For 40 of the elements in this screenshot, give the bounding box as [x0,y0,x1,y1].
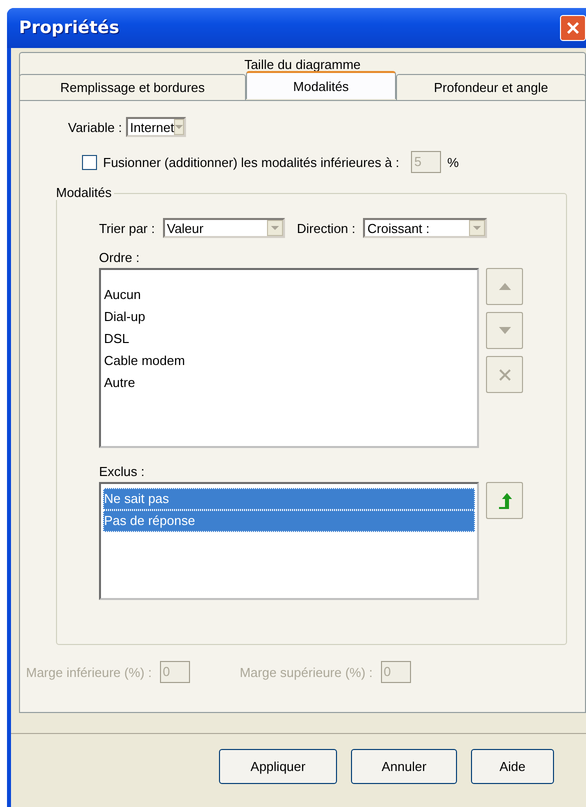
up-turn-arrow-icon [498,492,512,508]
direction-label: Direction : [296,220,356,236]
list-item[interactable]: Autre [103,372,475,394]
list-item[interactable]: Dial-up [103,306,475,328]
sort-dropdown[interactable]: Valeur [162,218,285,238]
tab[interactable]: Remplissage et bordures [19,74,246,100]
merge-label: Fusionner (additionner) les modalités inférieures à : [103,154,400,170]
list-item[interactable]: Pas de réponse [103,510,475,532]
up-triangle-icon [498,283,510,290]
dropdown-arrow-icon [175,124,184,130]
restore-button[interactable] [486,482,523,519]
order-label: Ordre : [99,250,140,267]
close-button[interactable] [560,15,586,41]
dialog-button[interactable]: Appliquer [219,749,337,784]
margin-label: Marge inférieure (%) : [26,664,152,680]
list-item[interactable]: Ne sait pas [103,488,475,510]
tab[interactable]: Modalités [246,71,396,99]
variable-label: Variable : [68,120,122,134]
dropdown-arrow-icon [473,226,482,230]
close-icon [566,21,580,35]
list-item[interactable]: DSL [103,328,475,350]
direction-dropdown[interactable]: Croissant : [363,218,488,238]
margin-label: Marge supérieure (%) : [240,664,373,680]
percent-label: % [447,154,459,170]
remove-button[interactable] [486,356,523,393]
dialog-button[interactable]: Aide [471,749,554,784]
move-up-button[interactable] [486,268,523,305]
sort-label: Trier par : [99,220,155,236]
move-down-button[interactable] [486,312,523,349]
window-title: Propriétés [19,18,120,38]
group-title: Modalités [56,185,114,200]
dropdown-arrow-icon [270,226,279,230]
tab[interactable]: Profondeur et angle [396,74,586,100]
down-triangle-icon [498,327,510,334]
list-item[interactable]: Aucun [103,284,475,306]
list-item[interactable]: Cable modem [103,350,475,372]
excluded-label: Exclus : [99,464,146,481]
dialog-button[interactable]: Annuler [351,749,457,784]
cross-icon [498,368,510,380]
variable-dropdown[interactable]: Internet [126,117,186,137]
